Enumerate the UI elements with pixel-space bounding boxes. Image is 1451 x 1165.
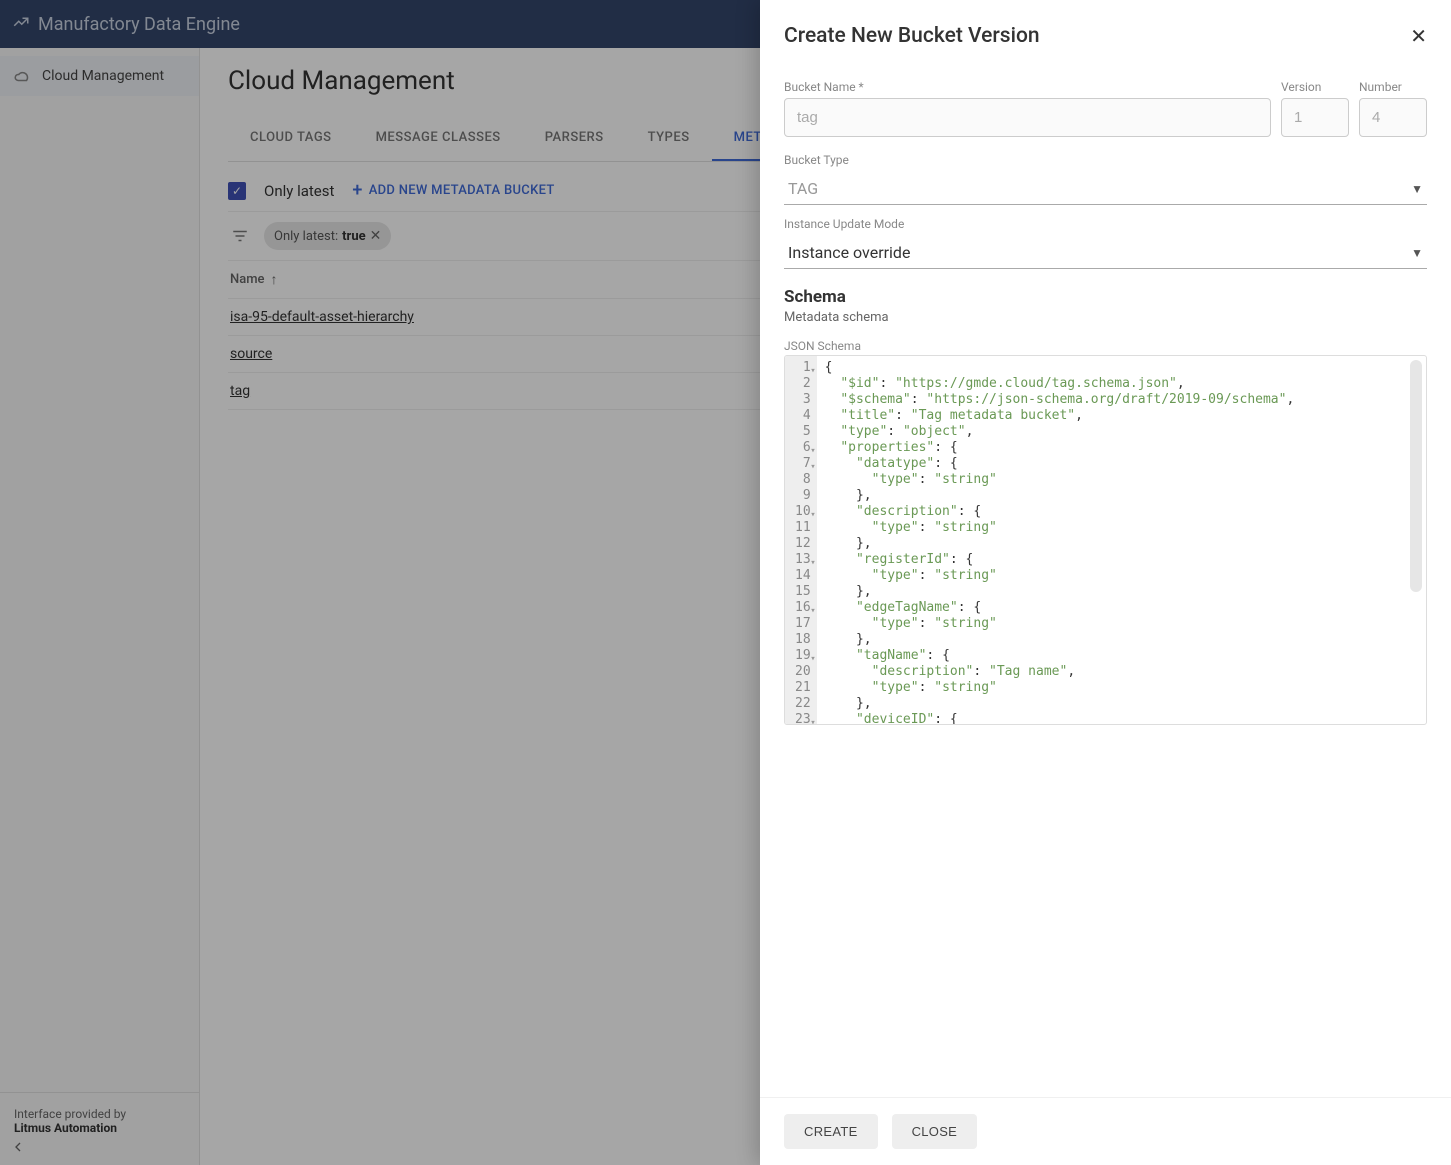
editor-scrollbar[interactable] [1410,360,1422,592]
drawer-close-button[interactable]: ✕ [1410,24,1427,48]
bucket-type-value: TAG [788,179,818,198]
bucket-name-input[interactable] [784,98,1271,137]
chevron-down-icon: ▼ [1411,246,1423,260]
bucket-name-label: Bucket Name * [784,80,1271,94]
schema-title: Schema [784,287,1427,307]
bucket-type-select[interactable]: TAG ▼ [784,171,1427,205]
number-label: Number [1359,80,1427,94]
instance-mode-value: Instance override [788,243,910,262]
create-button[interactable]: CREATE [784,1114,878,1149]
version-label: Version [1281,80,1349,94]
bucket-type-label: Bucket Type [784,153,1427,167]
create-bucket-drawer: Create New Bucket Version ✕ Bucket Name … [760,0,1451,1165]
json-schema-editor[interactable]: 1▾23456▾7▾8910▾111213▾141516▾171819▾2021… [784,355,1427,725]
schema-subtitle: Metadata schema [784,310,1427,325]
editor-gutter: 1▾23456▾7▾8910▾111213▾141516▾171819▾2021… [785,356,817,724]
instance-mode-select[interactable]: Instance override ▼ [784,235,1427,269]
instance-mode-label: Instance Update Mode [784,217,1427,231]
close-button[interactable]: CLOSE [892,1114,978,1149]
drawer-title: Create New Bucket Version [784,24,1040,48]
chevron-down-icon: ▼ [1411,182,1423,196]
version-input[interactable] [1281,98,1349,137]
number-input[interactable] [1359,98,1427,137]
schema-field-label: JSON Schema [784,339,1427,353]
editor-code[interactable]: { "$id": "https://gmde.cloud/tag.schema.… [817,356,1426,724]
